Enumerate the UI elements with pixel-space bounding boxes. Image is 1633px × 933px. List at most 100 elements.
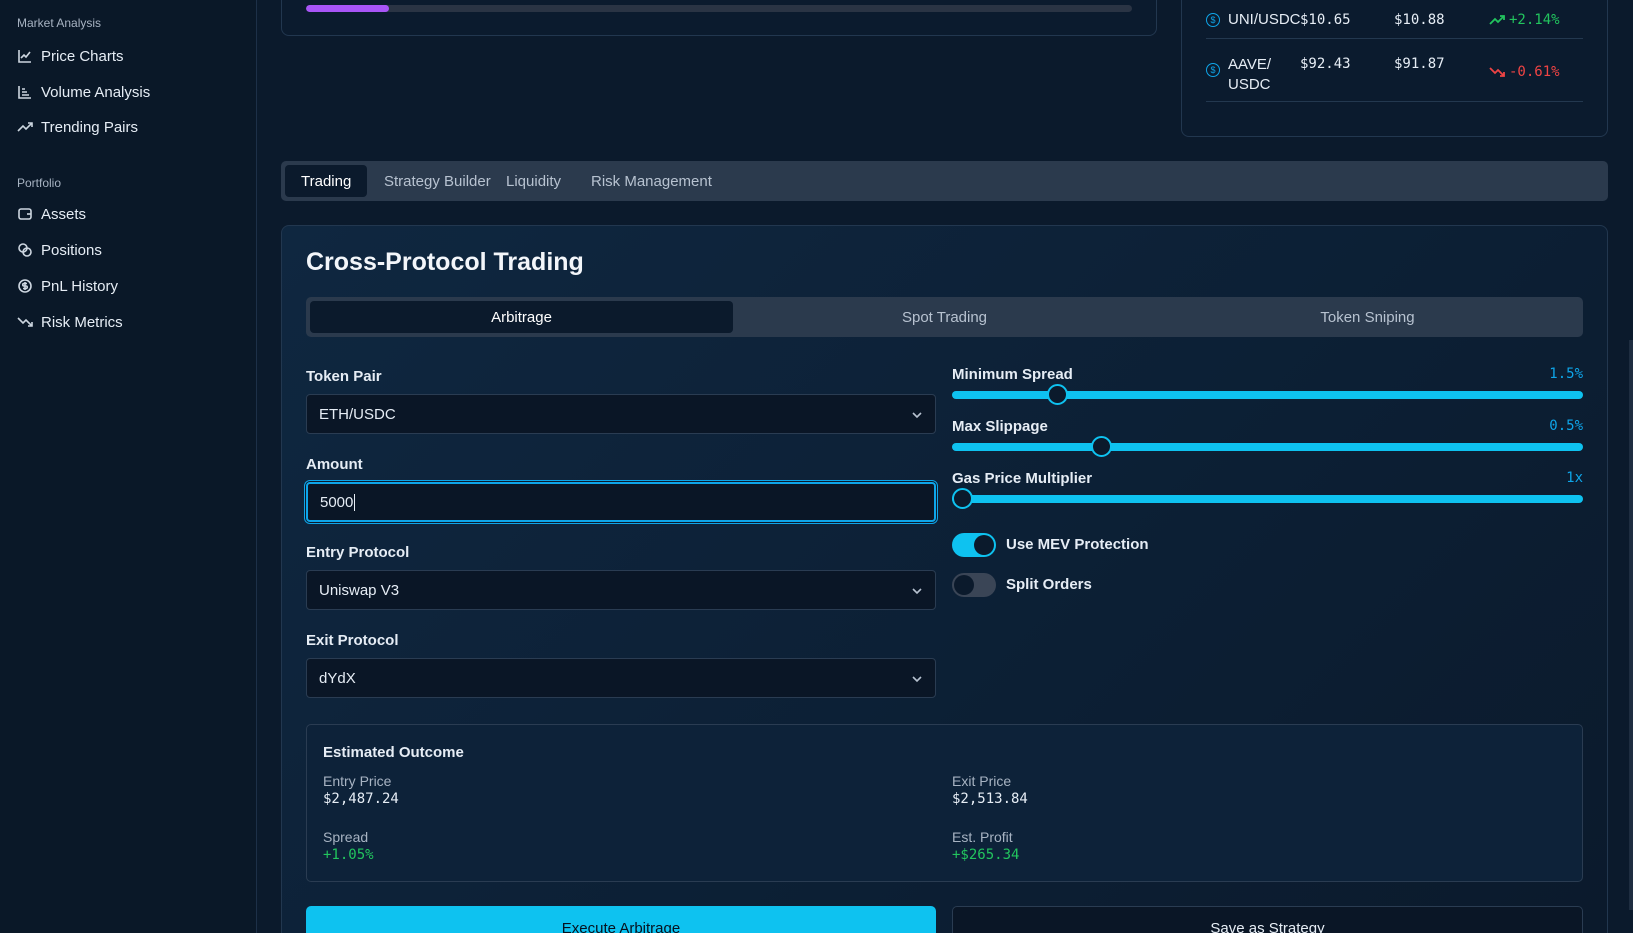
estimated-outcome: Estimated Outcome Entry Price $2,487.24 … — [306, 724, 1583, 882]
scrollbar[interactable] — [1629, 340, 1633, 910]
gas-multiplier-slider[interactable] — [952, 488, 1583, 509]
max-slippage-value: 0.5% — [1549, 418, 1583, 434]
main-tabs: Trading Strategy Builder Liquidity Risk … — [281, 161, 1608, 201]
amount-input[interactable]: 5000 — [306, 482, 936, 522]
section-market-analysis: Market Analysis — [17, 16, 102, 30]
progress-fill — [306, 5, 389, 12]
dollar-coin-icon: $ — [1206, 13, 1220, 27]
min-spread-value: 1.5% — [1549, 366, 1583, 382]
tab-risk-management[interactable]: Risk Management — [575, 165, 728, 197]
sidebar-item-label: Positions — [41, 241, 102, 259]
market-price-alt: $10.88 — [1394, 12, 1445, 28]
trending-up-icon — [1489, 15, 1505, 25]
sidebar-item-pnl-history[interactable]: PnL History — [17, 271, 118, 301]
trending-down-icon — [17, 314, 33, 330]
text-caret — [354, 493, 356, 511]
split-orders-label: Split Orders — [1006, 576, 1092, 593]
split-orders-toggle[interactable] — [952, 573, 996, 597]
sidebar-item-price-charts[interactable]: Price Charts — [17, 41, 124, 71]
est-profit-value: +$265.34 — [952, 847, 1020, 863]
spread-value: +1.05% — [323, 847, 374, 863]
slider-thumb[interactable] — [952, 488, 973, 509]
market-pair: AAVE/ USDC — [1228, 56, 1272, 93]
market-change: -0.61% — [1489, 64, 1560, 80]
market-prices-card: $ UNI/USDC $10.65 $10.88 +2.14% $ AAVE/ … — [1181, 0, 1608, 137]
gas-multiplier-label: Gas Price Multiplier — [952, 470, 1093, 487]
min-spread-label: Minimum Spread — [952, 366, 1073, 383]
gas-multiplier-value: 1x — [1566, 470, 1583, 486]
chevron-down-icon — [911, 584, 923, 596]
mev-protection-toggle[interactable] — [952, 533, 996, 557]
exit-protocol-select[interactable]: dYdX — [306, 658, 936, 698]
exit-protocol-label: Exit Protocol — [306, 632, 399, 649]
sidebar-item-label: Assets — [41, 205, 87, 223]
tab-liquidity[interactable]: Liquidity — [490, 165, 577, 197]
sidebar-item-assets[interactable]: Assets — [17, 199, 86, 229]
slider-thumb[interactable] — [1090, 436, 1112, 457]
subtab-spot-trading[interactable]: Spot Trading — [733, 301, 1156, 333]
entry-price-label: Entry Price — [323, 773, 392, 789]
token-pair-select[interactable]: ETH/USDC — [306, 394, 936, 434]
market-price: $92.43 — [1300, 56, 1351, 72]
mev-protection-label: Use MEV Protection — [1006, 536, 1149, 553]
line-chart-icon — [17, 48, 33, 64]
trending-up-icon — [17, 119, 33, 135]
amount-value: 5000 — [320, 493, 354, 511]
market-price: $10.65 — [1300, 12, 1351, 28]
dollar-circle-icon — [17, 278, 33, 294]
market-price-alt: $91.87 — [1394, 56, 1445, 72]
trending-down-icon — [1489, 67, 1505, 77]
save-strategy-button[interactable]: Save as Strategy — [952, 906, 1583, 933]
sidebar-item-volume-analysis[interactable]: Volume Analysis — [17, 77, 150, 107]
sidebar-item-label: PnL History — [41, 277, 118, 295]
progress-bar — [306, 5, 1132, 12]
market-change-value: +2.14% — [1509, 12, 1560, 28]
execute-arbitrage-button[interactable]: Execute Arbitrage — [306, 906, 936, 933]
wallet-icon — [17, 206, 33, 222]
bar-chart-icon — [17, 84, 33, 100]
market-row[interactable]: $ UNI/USDC $10.65 $10.88 +2.14% — [1206, 1, 1583, 39]
market-change: +2.14% — [1489, 12, 1560, 28]
sidebar-item-label: Volume Analysis — [41, 83, 151, 101]
entry-protocol-value: Uniswap V3 — [319, 581, 400, 599]
outcome-title: Estimated Outcome — [323, 744, 464, 761]
dollar-coin-icon: $ — [1206, 63, 1220, 77]
tab-strategy-builder[interactable]: Strategy Builder — [368, 165, 507, 197]
tab-trading[interactable]: Trading — [285, 165, 368, 197]
entry-protocol-label: Entry Protocol — [306, 544, 410, 561]
subtab-token-sniping[interactable]: Token Sniping — [1156, 301, 1579, 333]
sidebar-item-label: Trending Pairs — [41, 118, 138, 136]
progress-card — [281, 0, 1157, 36]
spread-label: Spread — [323, 829, 369, 845]
sidebar-item-label: Risk Metrics — [41, 313, 123, 331]
amount-label: Amount — [306, 456, 363, 473]
token-pair-label: Token Pair — [306, 368, 382, 385]
section-portfolio: Portfolio — [17, 176, 62, 190]
entry-price-value: $2,487.24 — [323, 791, 399, 807]
max-slippage-slider[interactable] — [952, 436, 1583, 457]
coins-icon — [17, 242, 33, 258]
exit-protocol-value: dYdX — [319, 669, 356, 687]
exit-price-label: Exit Price — [952, 773, 1012, 789]
max-slippage-label: Max Slippage — [952, 418, 1048, 435]
entry-protocol-select[interactable]: Uniswap V3 — [306, 570, 936, 610]
panel-title: Cross-Protocol Trading — [306, 248, 584, 276]
min-spread-slider[interactable] — [952, 384, 1583, 405]
market-change-value: -0.61% — [1509, 64, 1560, 80]
chevron-down-icon — [911, 672, 923, 684]
chevron-down-icon — [911, 408, 923, 420]
slider-thumb[interactable] — [1046, 384, 1068, 405]
sidebar-item-positions[interactable]: Positions — [17, 235, 102, 265]
sidebar-item-label: Price Charts — [41, 47, 124, 65]
sidebar-item-trending-pairs[interactable]: Trending Pairs — [17, 112, 138, 142]
cross-protocol-trading-panel: Cross-Protocol Trading Arbitrage Spot Tr… — [281, 225, 1608, 933]
sidebar: Market Analysis Price Charts Volume Anal… — [0, 0, 257, 933]
est-profit-label: Est. Profit — [952, 829, 1013, 845]
subtab-arbitrage[interactable]: Arbitrage — [310, 301, 733, 333]
market-row[interactable]: $ AAVE/ USDC $92.43 $91.87 -0.61% — [1206, 39, 1583, 102]
market-pair: UNI/USDC — [1228, 11, 1301, 28]
exit-price-value: $2,513.84 — [952, 791, 1028, 807]
token-pair-value: ETH/USDC — [319, 405, 396, 423]
sidebar-item-risk-metrics[interactable]: Risk Metrics — [17, 307, 123, 337]
trading-mode-tabs: Arbitrage Spot Trading Token Sniping — [306, 297, 1583, 337]
